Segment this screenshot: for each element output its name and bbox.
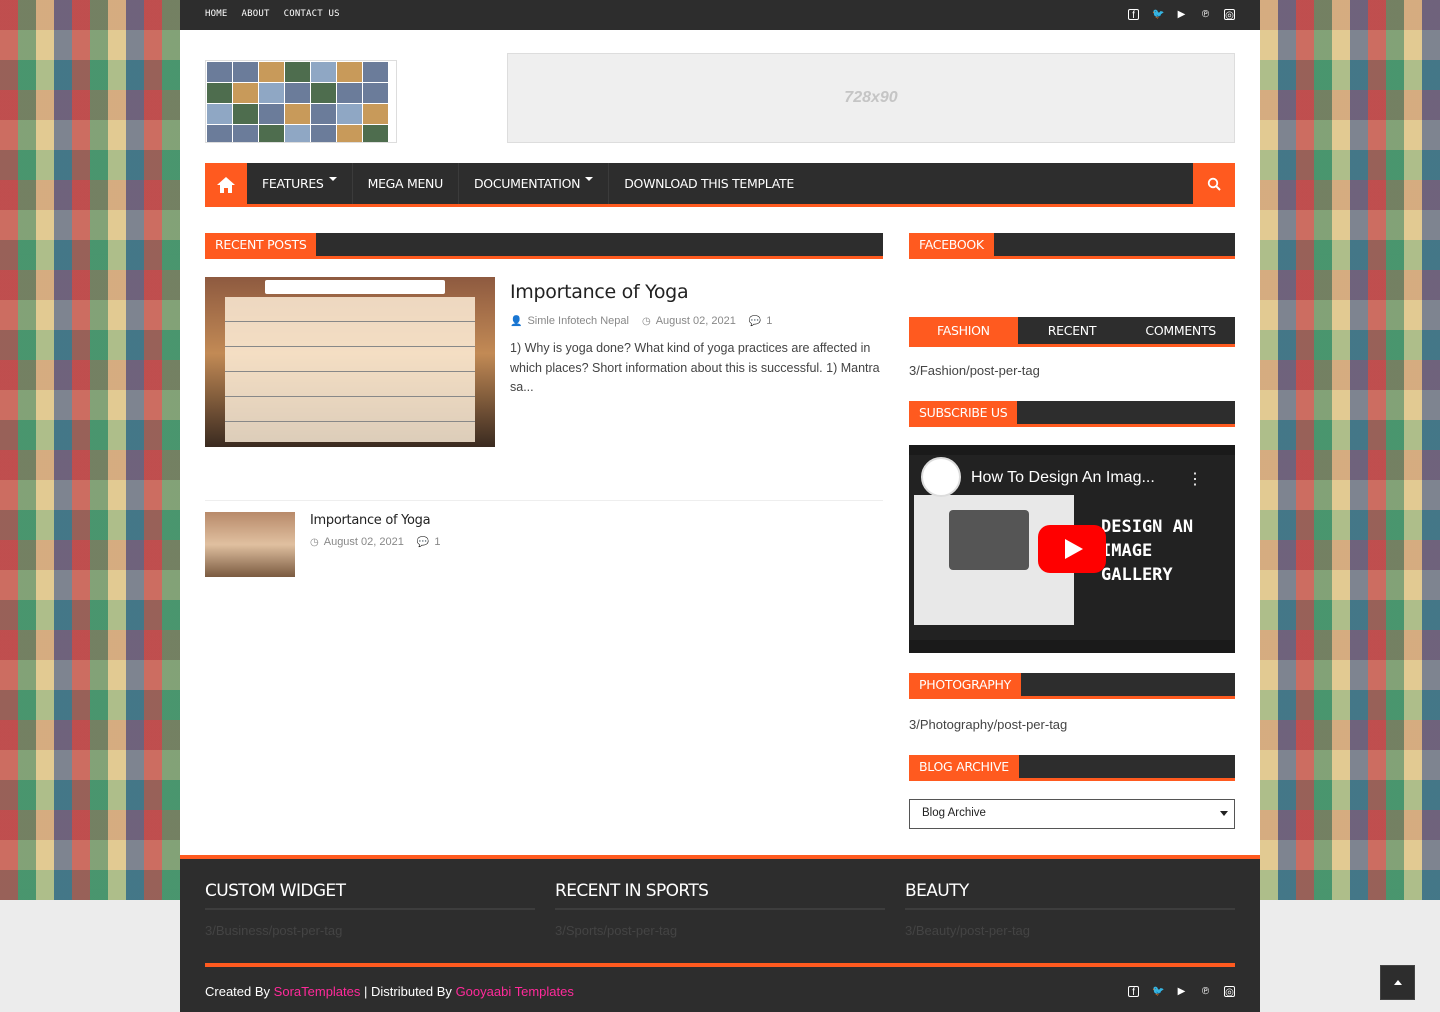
featured-post-meta: 👤 Simle Infotech Nepal ◷ August 02, 2021… [510, 315, 772, 327]
main-nav: FEATURES MEGA MENU DOCUMENTATION DOWNLOA… [205, 163, 1235, 207]
post-date: August 02, 2021 [323, 536, 404, 548]
footer-text: 3/Sports/post-per-tag [555, 923, 678, 938]
facebook-header: FACEBOOK [909, 233, 1235, 259]
footer-heading: CUSTOM WIDGET [205, 881, 346, 901]
footer-heading: BEAUTY [905, 881, 969, 901]
home-button[interactable] [205, 163, 247, 207]
footer-separator [205, 963, 1235, 967]
post-divider [205, 500, 883, 501]
top-nav-about[interactable]: ABOUT [241, 9, 269, 19]
video-overlay-text: DESIGN AN IMAGE GALLERY [1101, 517, 1194, 585]
soratemplates-link[interactable]: SoraTemplates [274, 984, 361, 999]
play-button[interactable] [1038, 525, 1106, 573]
top-social-icons: f 🐦 ▶ ℗ ◎ [1128, 9, 1235, 21]
header-ad-banner[interactable]: 728x90 [507, 53, 1235, 143]
list-post-meta: ◷ August 02, 2021 💬 1 [310, 536, 440, 548]
user-icon: 👤 [510, 315, 523, 327]
tab-comments[interactable]: COMMENTS [1126, 317, 1235, 344]
fashion-tab-content: 3/Fashion/post-per-tag [909, 363, 1040, 378]
footer-text: 3/Business/post-per-tag [205, 923, 343, 938]
facebook-title: FACEBOOK [909, 233, 994, 256]
recent-posts-header: RECENT POSTS [205, 233, 883, 259]
blog-archive-selected: Blog Archive [922, 807, 986, 819]
comments-icon: 💬 [748, 315, 762, 327]
photography-content: 3/Photography/post-per-tag [909, 717, 1068, 732]
subscribe-header: SUBSCRIBE US [909, 401, 1235, 427]
top-nav-home[interactable]: HOME [205, 9, 227, 19]
post-author[interactable]: Simle Infotech Nepal [527, 315, 629, 327]
clock-icon: ◷ [641, 315, 651, 327]
youtube-icon[interactable]: ▶ [1176, 9, 1187, 20]
search-icon [1207, 177, 1221, 191]
pinterest-icon[interactable]: ℗ [1200, 986, 1211, 997]
featured-post-image[interactable] [205, 277, 495, 447]
search-button[interactable] [1193, 163, 1235, 207]
instagram-icon[interactable]: ◎ [1224, 986, 1235, 998]
featured-post-excerpt: 1) Why is yoga done? What kind of yoga p… [510, 341, 880, 394]
recent-posts-title: RECENT POSTS [205, 233, 317, 256]
instagram-icon[interactable]: ◎ [1224, 9, 1235, 21]
youtube-video-embed[interactable]: How To Design An Imag... ⋮ DESIGN AN IMA… [909, 445, 1235, 653]
site-logo[interactable] [205, 60, 397, 143]
footer-text: 3/Beauty/post-per-tag [905, 923, 1031, 938]
top-bar: HOME ABOUT CONTACT US f 🐦 ▶ ℗ ◎ [180, 0, 1260, 30]
list-post-thumbnail[interactable] [205, 512, 295, 577]
footer-heading: RECENT IN SPORTS [555, 881, 709, 901]
nav-features[interactable]: FEATURES [247, 163, 353, 204]
home-icon [217, 177, 235, 193]
more-options-icon[interactable]: ⋮ [1187, 469, 1203, 489]
chevron-down-icon [585, 177, 594, 181]
nav-documentation[interactable]: DOCUMENTATION [459, 163, 610, 204]
photography-title: PHOTOGRAPHY [909, 673, 1021, 696]
top-nav-contact[interactable]: CONTACT US [284, 9, 340, 19]
footer-social-icons: f 🐦 ▶ ℗ ◎ [1128, 986, 1235, 998]
facebook-icon[interactable]: f [1128, 986, 1139, 998]
youtube-icon[interactable]: ▶ [1176, 986, 1187, 997]
post-comment-count[interactable]: 1 [766, 315, 772, 327]
tab-fashion[interactable]: FASHION [909, 317, 1018, 344]
back-to-top-button[interactable] [1380, 965, 1415, 1000]
clock-icon: ◷ [310, 536, 319, 548]
post-comment-count[interactable]: 1 [434, 536, 440, 548]
post-date: August 02, 2021 [655, 315, 736, 327]
main-nav-items: FEATURES MEGA MENU DOCUMENTATION DOWNLOA… [247, 163, 809, 204]
gooyaabi-link[interactable]: Gooyaabi Templates [456, 984, 574, 999]
sidebar-tabs: FASHION RECENT COMMENTS [909, 317, 1235, 347]
nav-download-template[interactable]: DOWNLOAD THIS TEMPLATE [609, 163, 809, 204]
comments-icon: 💬 [416, 536, 430, 548]
top-nav: HOME ABOUT CONTACT US [205, 9, 340, 19]
pinterest-icon[interactable]: ℗ [1200, 9, 1211, 20]
featured-post-title[interactable]: Importance of Yoga [510, 281, 689, 303]
twitter-icon[interactable]: 🐦 [1152, 986, 1164, 997]
list-post-title[interactable]: Importance of Yoga [310, 513, 431, 528]
twitter-icon[interactable]: 🐦 [1152, 9, 1164, 20]
video-title[interactable]: How To Design An Imag... [971, 469, 1155, 487]
footer: CUSTOM WIDGET 3/Business/post-per-tag RE… [180, 855, 1260, 1012]
facebook-icon[interactable]: f [1128, 9, 1139, 21]
page-wrapper: HOME ABOUT CONTACT US f 🐦 ▶ ℗ ◎ 728x90 F… [180, 0, 1260, 1012]
subscribe-title: SUBSCRIBE US [909, 401, 1018, 424]
chevron-down-icon [328, 177, 337, 181]
blog-archive-title: BLOG ARCHIVE [909, 755, 1019, 778]
blog-archive-select[interactable]: Blog Archive [909, 799, 1235, 829]
footer-credits: Created By SoraTemplates | Distributed B… [205, 984, 574, 999]
chevron-down-icon [1220, 811, 1228, 816]
blog-archive-header: BLOG ARCHIVE [909, 755, 1235, 781]
photography-header: PHOTOGRAPHY [909, 673, 1235, 699]
nav-mega-menu[interactable]: MEGA MENU [353, 163, 459, 204]
tab-recent[interactable]: RECENT [1018, 317, 1127, 344]
channel-avatar[interactable] [921, 457, 961, 497]
